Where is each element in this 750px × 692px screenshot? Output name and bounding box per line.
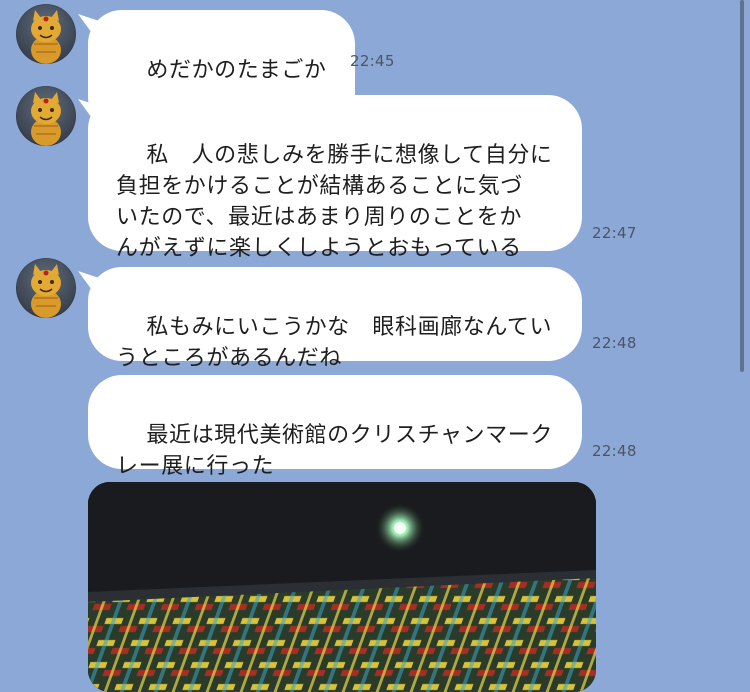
cat-figure-icon bbox=[31, 92, 61, 146]
message-time: 22:45 bbox=[350, 52, 395, 70]
photo-image bbox=[88, 482, 596, 692]
cat-figure-icon bbox=[31, 264, 61, 318]
message-text: 私 人の悲しみを勝手に想像して自分に 負担をかけることが結構あることに気づ いた… bbox=[116, 143, 553, 261]
message-time: 22:48 bbox=[592, 442, 637, 460]
message-time: 22:48 bbox=[592, 334, 637, 352]
message-text: 最近は現代美術館のクリスチャンマーク レー展に行った bbox=[116, 423, 553, 479]
avatar[interactable] bbox=[16, 4, 76, 64]
message-bubble[interactable]: 私もみにいこうかな 眼科画廊なんてい うところがあるんだね bbox=[88, 267, 582, 371]
message-bubble[interactable]: 私 人の悲しみを勝手に想像して自分に 負担をかけることが結構あることに気づ いた… bbox=[88, 95, 582, 261]
message-time: 22:47 bbox=[592, 224, 637, 242]
message-bubble[interactable]: 最近は現代美術館のクリスチャンマーク レー展に行った bbox=[88, 375, 582, 479]
scrollbar[interactable] bbox=[740, 0, 744, 372]
avatar[interactable] bbox=[16, 86, 76, 146]
cat-figure-icon bbox=[31, 10, 61, 64]
avatar[interactable] bbox=[16, 258, 76, 318]
photo-message[interactable] bbox=[88, 482, 596, 692]
message-text: めだかのたまごか bbox=[146, 58, 327, 83]
chat-thread[interactable]: めだかのたまごか 22:45 私 人の悲しみを勝手に想像して自分に 負担をかける… bbox=[0, 0, 750, 692]
message-text: 私もみにいこうかな 眼科画廊なんてい うところがあるんだね bbox=[116, 315, 553, 371]
